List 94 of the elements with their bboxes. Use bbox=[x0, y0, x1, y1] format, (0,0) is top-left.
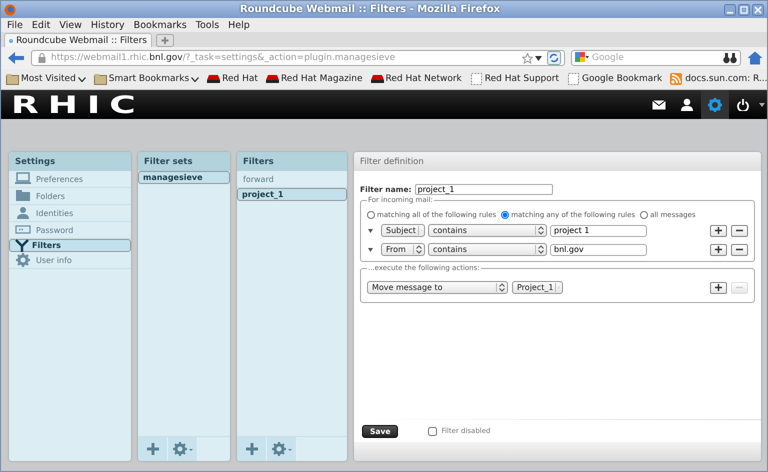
menu-item[interactable]: View bbox=[59, 20, 82, 30]
list-item[interactable]: Folders bbox=[9, 188, 131, 205]
value-field[interactable]: bnl.gov bbox=[550, 244, 647, 256]
lock-icon bbox=[38, 53, 46, 63]
address-field[interactable]: https://webmail1.rhic.bnl.gov/?_task=settings&_action=plugin.managesieve bbox=[31, 50, 565, 66]
list-item[interactable]: Filters bbox=[9, 239, 131, 252]
folder-icon bbox=[94, 73, 107, 85]
logo: RHIC bbox=[11, 92, 145, 116]
person-icon[interactable] bbox=[681, 98, 693, 111]
caret-icon bbox=[78, 76, 86, 82]
window-title: Roundcube Webmail :: Filters - Mozilla Firefox bbox=[238, 4, 502, 15]
caret-icon bbox=[191, 76, 200, 82]
reload-icon[interactable] bbox=[547, 51, 561, 65]
panel-title: Filters bbox=[237, 152, 347, 171]
close-icon[interactable] bbox=[752, 4, 764, 16]
minimize-icon[interactable] bbox=[724, 4, 736, 16]
minus-icon bbox=[736, 246, 743, 253]
bookmark-item[interactable]: docs.sun.com: R... bbox=[670, 73, 768, 85]
bookmark-item[interactable]: Smart Bookmarks bbox=[94, 73, 200, 85]
bookmark-item[interactable]: Red Hat Network bbox=[370, 73, 462, 85]
panel-title: Settings bbox=[9, 152, 131, 171]
bookmark-item[interactable]: Google Bookmark bbox=[566, 73, 662, 85]
panel-title: Filter sets bbox=[138, 152, 230, 171]
filter-icon bbox=[14, 238, 30, 252]
maximize-icon[interactable] bbox=[738, 4, 750, 16]
bookmark-item[interactable]: Red Hat Magazine bbox=[266, 73, 363, 85]
menu-item[interactable]: History bbox=[90, 20, 125, 30]
plus-icon bbox=[715, 227, 722, 234]
hat-icon bbox=[266, 73, 279, 85]
dropdown[interactable]: Subject bbox=[381, 224, 425, 237]
star-icon[interactable] bbox=[522, 52, 533, 64]
dropdown[interactable]: contains bbox=[428, 243, 547, 256]
minus-icon bbox=[736, 284, 743, 291]
folder-icon bbox=[15, 189, 31, 203]
binoculars-icon[interactable] bbox=[723, 52, 737, 64]
list-item[interactable]: managesieve bbox=[138, 171, 230, 184]
hat-icon bbox=[370, 73, 384, 85]
settings-icon[interactable] bbox=[272, 442, 292, 456]
radio-button[interactable] bbox=[501, 211, 510, 219]
page-icon bbox=[566, 73, 580, 85]
settings-icon[interactable] bbox=[172, 442, 192, 456]
hat-icon bbox=[207, 73, 220, 85]
caret-icon[interactable] bbox=[535, 56, 542, 60]
folder-icon bbox=[6, 73, 19, 85]
panel-title: Filter definition bbox=[354, 152, 761, 171]
name-field[interactable]: project_1 bbox=[414, 184, 553, 195]
minus-icon bbox=[736, 227, 743, 234]
settings-icon[interactable] bbox=[708, 98, 722, 112]
remove-button[interactable] bbox=[731, 224, 748, 236]
remove-button[interactable] bbox=[731, 244, 748, 256]
add-icon[interactable] bbox=[146, 443, 158, 455]
search-engine-icon[interactable] bbox=[575, 52, 589, 64]
radio-button[interactable] bbox=[640, 211, 648, 219]
dropdown[interactable]: contains bbox=[428, 224, 547, 237]
bookmark-item[interactable]: Red Hat Support bbox=[470, 73, 559, 85]
back-arrow-icon[interactable] bbox=[7, 51, 25, 65]
add-button[interactable] bbox=[710, 244, 727, 256]
browser-tab[interactable]: Roundcube Webmail :: Filters bbox=[4, 33, 152, 47]
menu-item[interactable]: Help bbox=[228, 20, 250, 30]
checkbox[interactable] bbox=[428, 426, 438, 436]
plus-icon bbox=[715, 246, 722, 253]
gear-icon bbox=[15, 253, 31, 267]
add-icon[interactable] bbox=[246, 443, 258, 455]
power-icon[interactable] bbox=[737, 98, 749, 110]
feed-icon bbox=[670, 73, 684, 85]
monitor-icon bbox=[15, 172, 31, 186]
home-icon[interactable] bbox=[747, 51, 763, 65]
new-tab-icon[interactable] bbox=[156, 34, 174, 47]
mail-icon[interactable] bbox=[652, 100, 666, 110]
person-icon bbox=[15, 206, 31, 220]
bookmark-item[interactable]: Red Hat bbox=[207, 73, 258, 85]
list-item[interactable]: Preferences bbox=[9, 171, 131, 188]
radio-button[interactable] bbox=[367, 211, 375, 219]
caret-icon[interactable] bbox=[368, 248, 373, 252]
caret-icon[interactable] bbox=[368, 228, 373, 232]
menu-item[interactable]: File bbox=[7, 20, 23, 30]
dropdown[interactable]: Move message to bbox=[367, 281, 508, 294]
menu-item[interactable]: Edit bbox=[32, 20, 50, 30]
dropdown[interactable]: Project_1 bbox=[512, 281, 563, 294]
value-field[interactable]: project 1 bbox=[550, 224, 647, 236]
dropdown[interactable]: From bbox=[381, 243, 425, 256]
list-item[interactable]: Identities bbox=[9, 205, 131, 222]
menu-item[interactable]: Bookmarks bbox=[134, 20, 187, 30]
add-button[interactable] bbox=[710, 224, 727, 236]
browser-logo-icon bbox=[4, 4, 16, 16]
add-button[interactable] bbox=[710, 282, 727, 294]
bookmark-item[interactable]: Most Visited bbox=[6, 73, 86, 85]
search-bar[interactable]: Google bbox=[571, 50, 741, 66]
plus-icon bbox=[715, 284, 722, 291]
list-item[interactable]: project_1 bbox=[237, 188, 347, 201]
list-item[interactable]: User info bbox=[9, 252, 131, 269]
caret-icon[interactable] bbox=[759, 102, 765, 106]
menu-item[interactable]: Tools bbox=[196, 20, 220, 30]
page-icon bbox=[470, 73, 483, 85]
